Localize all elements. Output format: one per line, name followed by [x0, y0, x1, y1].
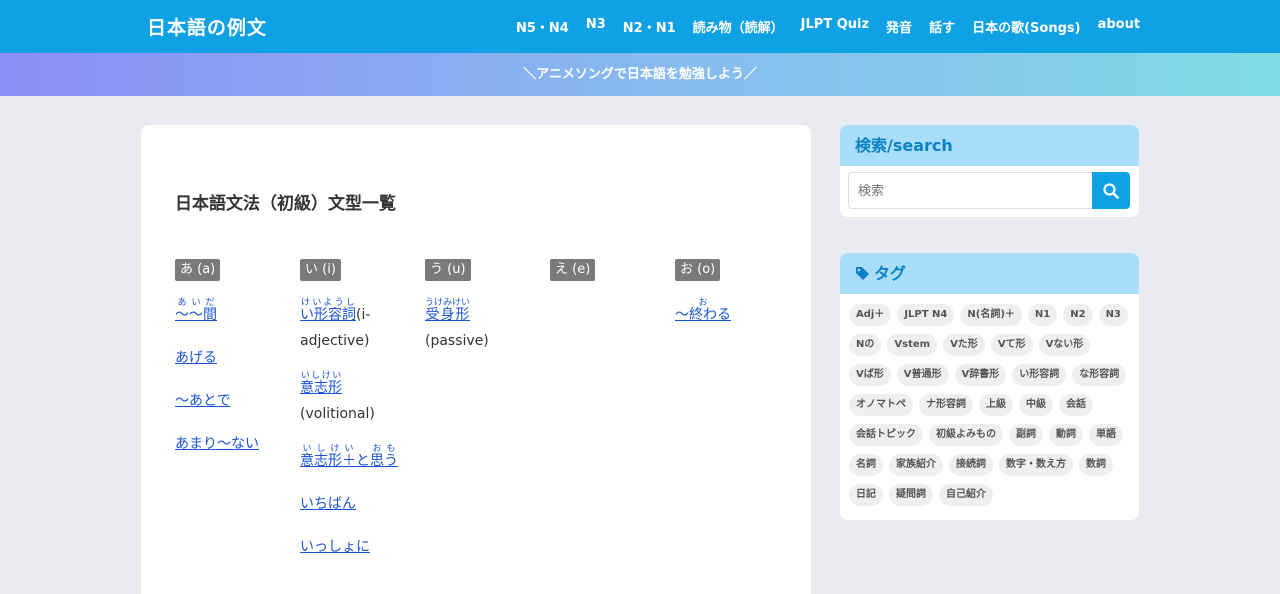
tags-title-text: タグ	[874, 264, 907, 283]
grammar-link-passive[interactable]: 受身形うけみけい	[425, 298, 470, 323]
tag-chip[interactable]: ナ形容詞	[919, 394, 973, 416]
tag-chip[interactable]: V辞書形	[954, 364, 1007, 386]
grammar-link-issho-ni[interactable]: いっしょに	[300, 539, 370, 555]
tags-widget: タグ Adj＋ JLPT N4 N(名詞)＋ N1 N2 N3 Nの Vstem Vた形 Vて形 V…	[840, 253, 1139, 520]
grammar-item: 意志形＋と思ういしけい おも	[300, 444, 400, 474]
page-title: 日本語文法（初級）文型一覧	[175, 194, 396, 214]
tag-chip[interactable]: N2	[1063, 304, 1093, 326]
nav-n2-n1[interactable]: N2・N1	[623, 17, 676, 36]
search-input[interactable]	[848, 172, 1092, 209]
tag-chip[interactable]: 会話	[1059, 394, 1093, 416]
grammar-gloss: (passive)	[425, 333, 489, 349]
tag-chip[interactable]: 疑問詞	[889, 484, 933, 506]
grammar-link-aida[interactable]: ～～間あいだ	[175, 298, 217, 323]
tag-chip[interactable]: 単語	[1089, 424, 1123, 446]
nav-n3[interactable]: N3	[586, 17, 606, 36]
tag-chip[interactable]: 副詞	[1009, 424, 1043, 446]
grammar-item: あげる	[175, 345, 295, 371]
search-widget: 検索/search	[840, 125, 1139, 217]
column-i: い (i) い形容詞けいようし(i-adjective) 意志形いしけい (vol…	[300, 258, 400, 560]
nav-about[interactable]: about	[1098, 17, 1140, 36]
tag-chip[interactable]: 会話トピック	[849, 424, 923, 446]
column-head-u: う (u)	[425, 259, 471, 281]
tag-chip[interactable]: オノマトペ	[849, 394, 913, 416]
grammar-item: い形容詞けいようし(i-adjective)	[300, 298, 400, 354]
tag-chip[interactable]: Vた形	[943, 334, 985, 356]
promo-banner[interactable]: ＼アニメソングで日本語を勉強しよう／	[0, 53, 1280, 96]
column-head-o: お (o)	[675, 259, 721, 281]
grammar-item: ～あとで	[175, 388, 295, 414]
tag-chip[interactable]: 接続詞	[949, 454, 993, 476]
grammar-link-i-adjective[interactable]: い形容詞けいようし	[300, 298, 356, 323]
tag-chip[interactable]: 中級	[1019, 394, 1053, 416]
grammar-link-volitional-to-omou[interactable]: 意志形＋と思ういしけい おも	[300, 444, 398, 469]
tag-chip[interactable]: 初級よみもの	[929, 424, 1003, 446]
grammar-gloss: (volitional)	[300, 406, 375, 422]
tag-chip[interactable]: な形容詞	[1072, 364, 1127, 386]
tag-chip[interactable]: 家族紹介	[889, 454, 943, 476]
column-e: え (e)	[550, 258, 670, 281]
grammar-item: いちばん	[300, 491, 400, 517]
grammar-link-amari-nai[interactable]: あまり～ない	[175, 436, 259, 452]
tag-chip[interactable]: Vて形	[990, 334, 1033, 356]
main-content: 日本語文法（初級）文型一覧 あ (a) ～～間あいだ あげる ～あとで あまり～…	[141, 125, 811, 594]
tag-chip[interactable]: Adj＋	[849, 304, 892, 326]
search-form	[840, 166, 1139, 215]
tag-icon	[856, 267, 869, 280]
main-nav: N5・N4 N3 N2・N1 読み物（読解） JLPT Quiz 発音 話す 日…	[516, 17, 1140, 36]
grammar-link-ageru[interactable]: あげる	[175, 350, 217, 366]
column-a: あ (a) ～～間あいだ あげる ～あとで あまり～ない	[175, 258, 295, 457]
search-button[interactable]	[1092, 172, 1130, 209]
nav-jlpt-quiz[interactable]: JLPT Quiz	[801, 17, 869, 36]
column-u: う (u) 受身形うけみけい (passive)	[425, 258, 545, 354]
nav-songs[interactable]: 日本の歌(Songs)	[972, 17, 1080, 36]
nav-speaking[interactable]: 話す	[929, 17, 955, 36]
grammar-item: 受身形うけみけい (passive)	[425, 298, 545, 354]
nav-reading[interactable]: 読み物（読解）	[693, 17, 784, 36]
tag-chip[interactable]: Nの	[849, 334, 882, 356]
column-head-e: え (e)	[550, 259, 596, 281]
tag-chip[interactable]: 数字・数え方	[999, 454, 1073, 476]
nav-pronunciation[interactable]: 発音	[886, 17, 912, 36]
tag-chip[interactable]: N(名詞)＋	[960, 304, 1022, 326]
tag-chip[interactable]: N3	[1098, 304, 1128, 326]
grammar-item: いっしょに	[300, 534, 400, 560]
tag-chip[interactable]: 数詞	[1079, 454, 1113, 476]
tag-chip[interactable]: い形容詞	[1012, 364, 1067, 386]
grammar-link-ichiban[interactable]: いちばん	[300, 496, 356, 512]
site-logo[interactable]: 日本語の例文	[147, 13, 267, 40]
column-o: お (o) ～終わるお	[675, 258, 795, 328]
grammar-link-volitional[interactable]: 意志形いしけい	[300, 371, 342, 396]
tag-chip[interactable]: 自己紹介	[939, 484, 993, 506]
tags-widget-title: タグ	[840, 253, 1139, 294]
tag-chip[interactable]: 上級	[979, 394, 1013, 416]
tag-chip[interactable]: V普通形	[896, 364, 949, 386]
tag-chip[interactable]: 名詞	[849, 454, 883, 476]
grammar-link-atode[interactable]: ～あとで	[175, 393, 231, 409]
grammar-link-owaru[interactable]: ～終わるお	[675, 298, 731, 323]
tag-chip[interactable]: 動詞	[1049, 424, 1083, 446]
tag-chip[interactable]: 日記	[849, 484, 883, 506]
site-header: 日本語の例文 N5・N4 N3 N2・N1 読み物（読解） JLPT Quiz …	[0, 0, 1280, 53]
grammar-item: あまり～ない	[175, 431, 295, 457]
nav-n5-n4[interactable]: N5・N4	[516, 17, 569, 36]
grammar-item: ～～間あいだ	[175, 298, 295, 328]
tag-chip[interactable]: Vば形	[849, 364, 891, 386]
tag-chip[interactable]: Vstem	[887, 334, 938, 356]
grammar-item: 意志形いしけい (volitional)	[300, 371, 400, 427]
column-head-i: い (i)	[300, 259, 341, 281]
search-widget-title: 検索/search	[840, 125, 1139, 166]
tag-cloud: Adj＋ JLPT N4 N(名詞)＋ N1 N2 N3 Nの Vstem Vた形 Vて形 Vない形…	[840, 294, 1139, 512]
tag-chip[interactable]: N1	[1027, 304, 1058, 326]
grammar-item: ～終わるお	[675, 298, 795, 328]
tag-chip[interactable]: JLPT N4	[897, 304, 955, 326]
search-icon	[1103, 182, 1119, 199]
column-head-a: あ (a)	[175, 259, 221, 281]
tag-chip[interactable]: Vない形	[1038, 334, 1091, 356]
